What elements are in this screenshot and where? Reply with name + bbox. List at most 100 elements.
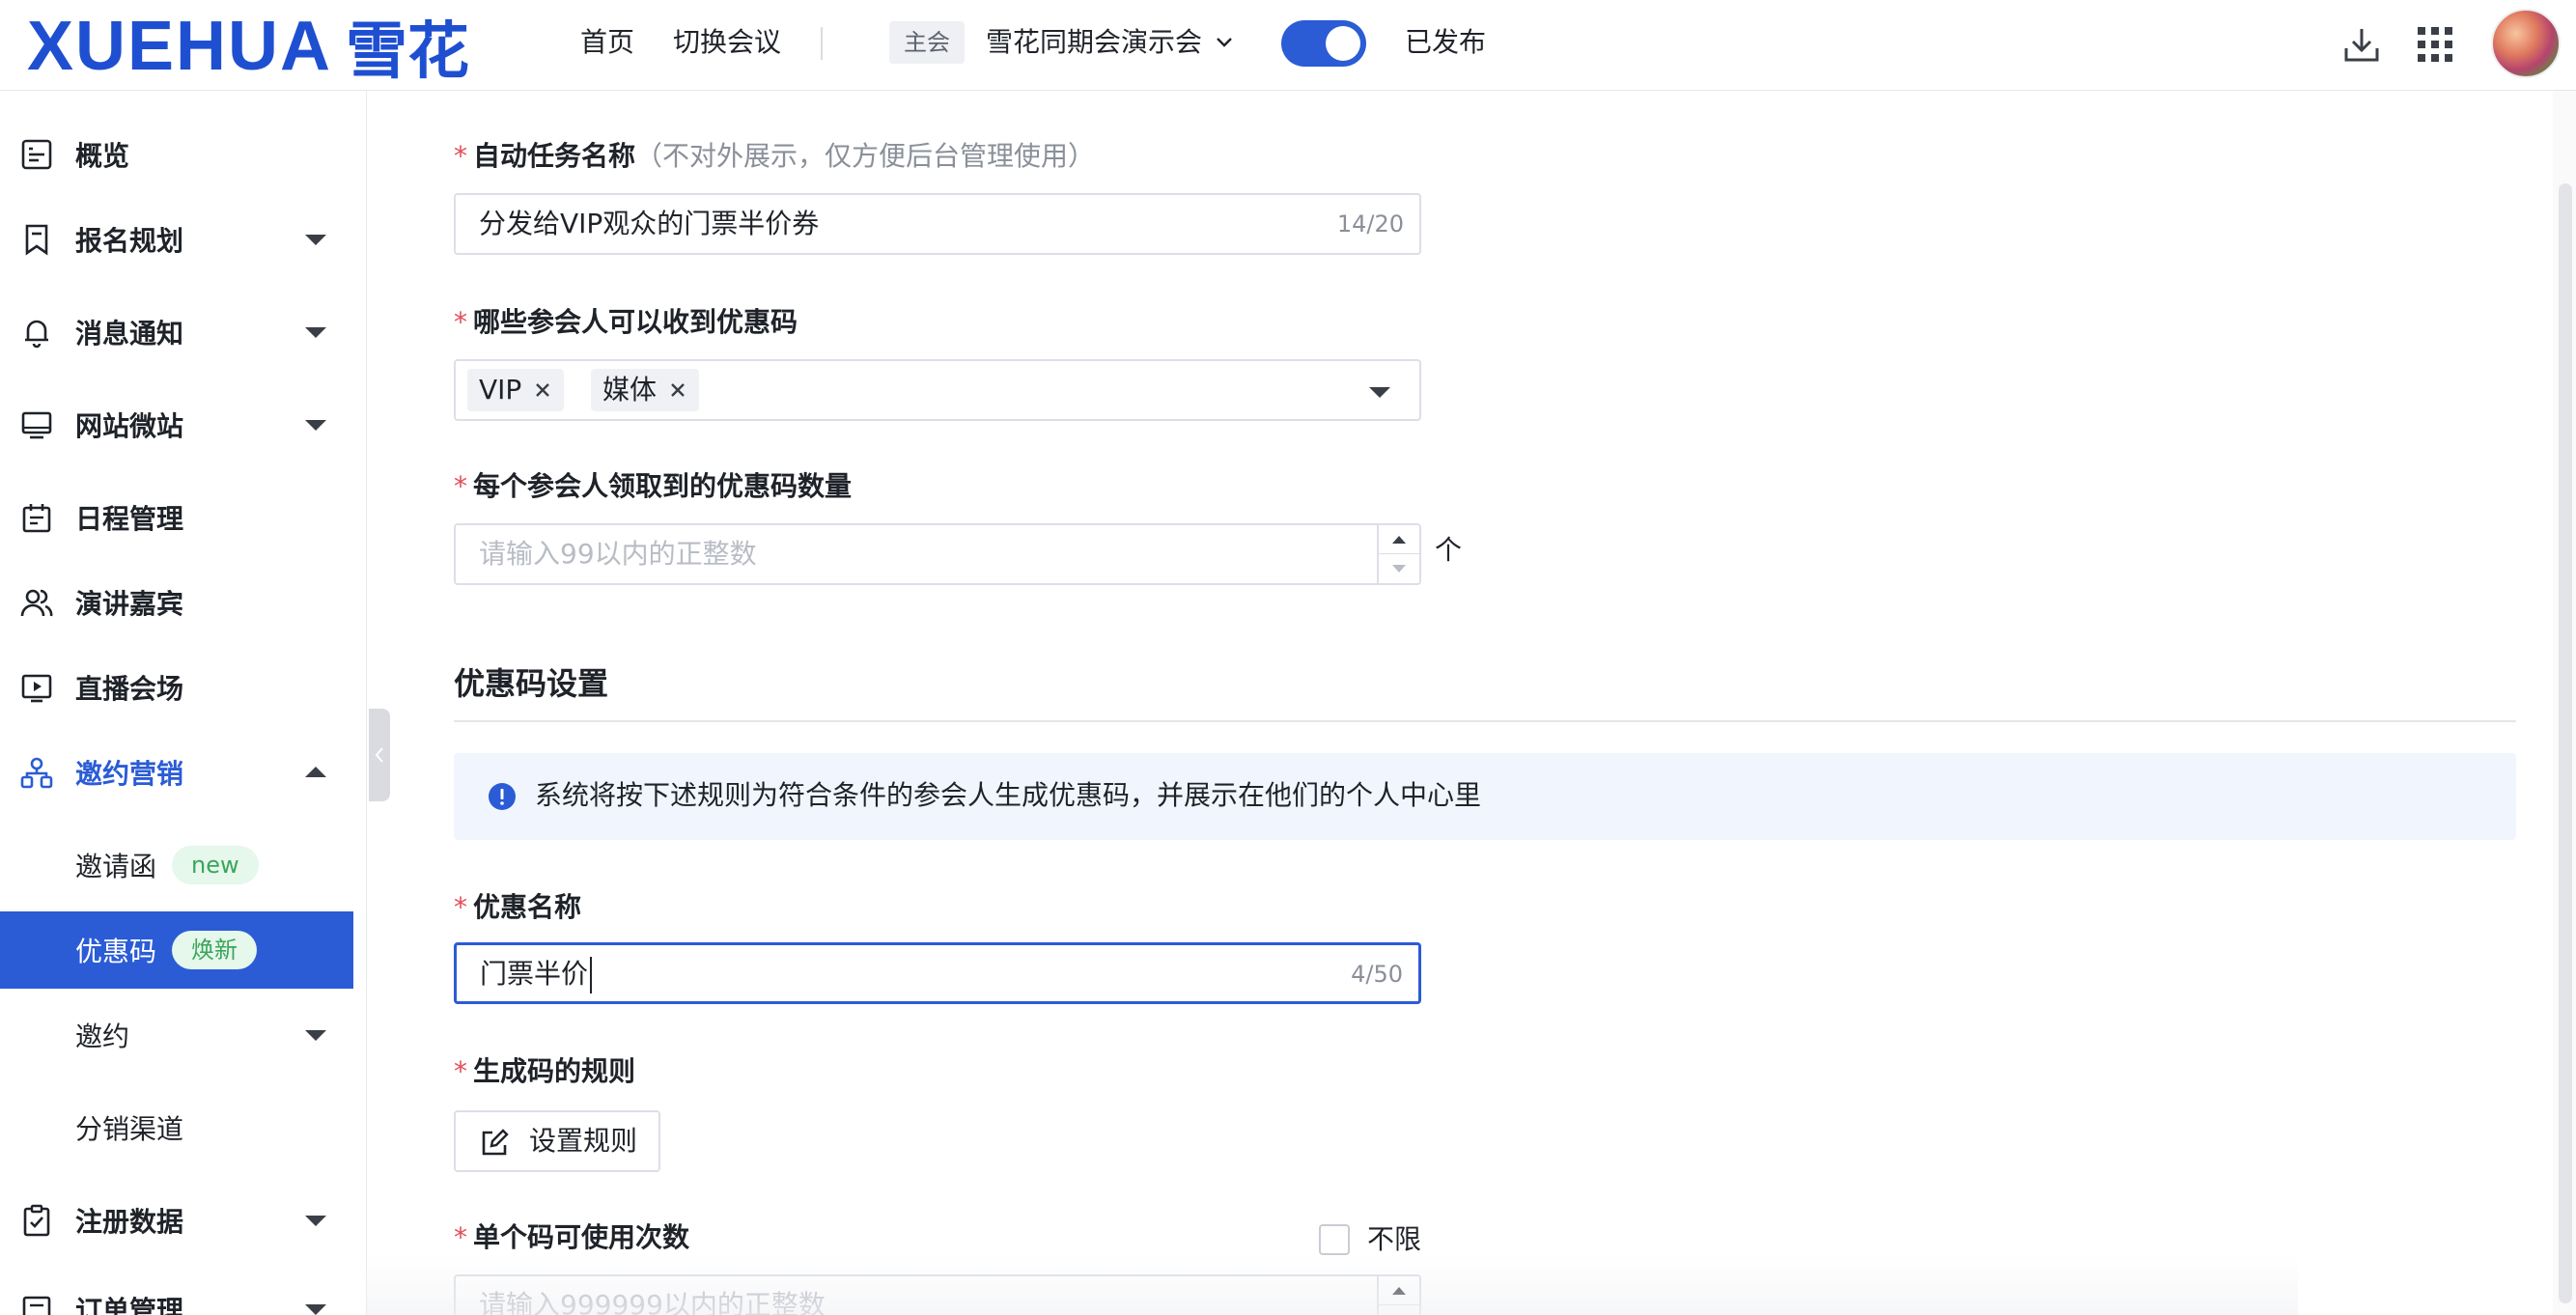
code-rule-label: * 生成码的规则 [454,1052,635,1091]
toggle-knob [1326,26,1360,61]
caret-up-icon [1392,1286,1406,1295]
sidebar-item-registration-data[interactable]: 注册数据 [0,1182,353,1259]
marketing-icon [20,757,53,789]
task-name-input[interactable]: 分发给VIP观众的门票半价券 14/20 [454,193,1421,255]
sidebar-collapse-handle[interactable] [369,709,390,801]
download-icon[interactable] [2340,23,2383,66]
tag-label: VIP [479,374,522,406]
meeting-selector[interactable]: 雪花同期会演示会 [986,23,1202,62]
section-divider [454,720,2516,722]
caret-down-icon [1392,565,1406,573]
unlimited-checkbox[interactable] [1319,1224,1350,1255]
sidebar-item-marketing[interactable]: 邀约营销 [0,734,353,811]
live-icon [21,674,52,703]
quantity-label-text: 每个参会人领取到的优惠码数量 [473,470,853,502]
required-mark: * [454,306,467,338]
sidebar-item-label: 邀约营销 [75,758,184,790]
set-rule-button[interactable]: 设置规则 [454,1110,660,1172]
sidebar-item-label: 订单管理 [75,1295,184,1315]
sidebar-item-label: 直播会场 [75,673,184,705]
nav-home-link[interactable]: 首页 [580,23,634,62]
stepper-up-button[interactable] [1379,525,1419,554]
form-icon [25,224,48,256]
sidebar-item-label: 日程管理 [75,503,184,535]
sidebar-item-label: 邀请函 [75,851,157,882]
logo-latin-text: XUEHUA [27,8,333,85]
scrollbar-thumb[interactable] [2559,183,2572,1303]
sidebar-item-label: 概览 [75,140,130,172]
sidebar-item-schedule[interactable]: 日程管理 [0,479,353,556]
task-name-value: 分发给VIP观众的门票半价券 [479,208,820,239]
code-rule-label-text: 生成码的规则 [473,1055,636,1087]
required-mark: * [454,470,467,502]
sidebar-item-label: 注册数据 [75,1206,184,1238]
sidebar-item-orders[interactable]: 订单管理 [0,1271,353,1315]
close-icon[interactable] [668,380,687,400]
discount-name-input[interactable]: 门票半价 4/50 [454,942,1421,1004]
sidebar-item-speakers[interactable]: 演讲嘉宾 [0,564,353,641]
close-icon[interactable] [533,380,552,400]
caret-down-icon [305,420,326,431]
caret-down-icon [305,1304,326,1315]
caret-down-icon[interactable] [1367,384,1392,400]
sidebar-item-website[interactable]: 网站微站 [0,386,353,463]
discount-name-label-text: 优惠名称 [473,891,582,923]
required-mark: * [454,140,467,172]
caret-down-icon [305,1216,326,1226]
quantity-unit: 个 [1435,534,1463,566]
sidebar-item-overview[interactable]: 概览 [0,116,353,193]
sidebar-item-invitation[interactable]: 邀请函 new [0,826,353,904]
quantity-placeholder: 请输入99以内的正整数 [479,538,757,570]
quantity-stepper[interactable]: 请输入99以内的正整数 [454,523,1421,585]
overview-icon [21,139,52,170]
caret-up-icon [1392,535,1406,544]
sidebar-item-registration[interactable]: 报名规划 [0,201,353,278]
required-mark: * [454,1221,467,1253]
section-title: 优惠码设置 [454,665,609,702]
apps-grid-icon[interactable] [2414,23,2456,66]
edit-icon [482,1129,509,1156]
logo-cn-text: 雪花 [346,16,470,88]
sidebar-item-live[interactable]: 直播会场 [0,649,353,726]
sidebar-item-label: 分销渠道 [75,1113,184,1145]
main-content: * 自动任务名称（不对外展示，仅方便后台管理使用） 分发给VIP观众的门票半价券 … [390,91,2576,1315]
sidebar-item-notifications[interactable]: 消息通知 [0,294,353,371]
set-rule-button-label: 设置规则 [529,1125,638,1157]
top-header: XUEHUA 雪花 首页 切换会议 主会 雪花同期会演示会 已发布 [0,0,2576,91]
recipients-select[interactable]: VIP 媒体 [454,359,1421,421]
chevron-down-icon[interactable] [1215,33,1234,52]
usage-limit-stepper[interactable]: 请输入999999以内的正整数 [454,1274,1421,1315]
sidebar-item-label: 演讲嘉宾 [75,588,184,620]
recipients-label-text: 哪些参会人可以收到优惠码 [473,306,798,338]
stepper-up-button[interactable] [1379,1276,1419,1305]
sidebar-item-coupon[interactable]: 优惠码 焕新 [0,911,353,989]
discount-name-value: 门票半价 [480,958,589,990]
quantity-label: * 每个参会人领取到的优惠码数量 [454,467,852,506]
sidebar-item-label: 优惠码 [75,936,157,967]
sidebar-item-invite[interactable]: 邀约 [0,996,353,1074]
order-icon [22,1296,51,1315]
sidebar-item-label: 网站微站 [75,410,184,442]
refresh-badge: 焕新 [172,931,257,969]
tag-media: 媒体 [591,369,700,411]
stepper-controls [1377,1276,1419,1315]
nav-switch-meeting-link[interactable]: 切换会议 [673,23,781,62]
sidebar-item-label: 报名规划 [75,225,184,257]
logo[interactable]: XUEHUA 雪花 [27,8,469,88]
caret-up-icon [305,767,326,777]
stepper-down-button[interactable] [1379,554,1419,583]
usage-limit-label-text: 单个码可使用次数 [473,1221,690,1253]
sidebar: 概览 报名规划 消息通知 网站微站 日程管理 演讲嘉宾 直播会场 邀约营销 邀请… [0,91,367,1315]
people-icon [20,589,53,617]
chevron-left-icon [375,747,383,763]
required-mark: * [454,1055,467,1087]
usage-limit-placeholder: 请输入999999以内的正整数 [479,1289,826,1315]
stepper-down-button[interactable] [1379,1305,1419,1315]
info-notice: 系统将按下述规则为符合条件的参会人生成优惠码，并展示在他们的个人中心里 [454,753,2516,840]
tag-label: 媒体 [602,374,658,406]
sidebar-item-distribution[interactable]: 分销渠道 [0,1089,353,1166]
required-mark: * [454,891,467,923]
publish-toggle[interactable] [1281,20,1366,67]
avatar[interactable] [2491,9,2561,78]
task-name-label: * 自动任务名称（不对外展示，仅方便后台管理使用） [454,137,1095,176]
